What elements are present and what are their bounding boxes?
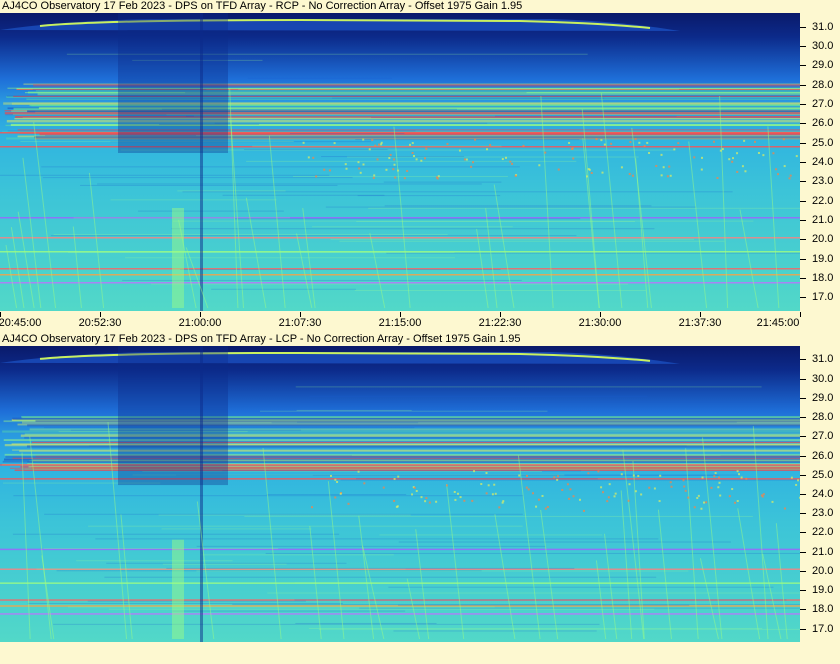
time-tick-label: 21:37:30 xyxy=(678,317,722,329)
freq-tick-label: 30.0 xyxy=(812,372,834,385)
freq-tick xyxy=(800,278,806,280)
freq-tick xyxy=(800,258,806,260)
time-tick xyxy=(800,312,801,317)
time-tick-label: 21:00:00 xyxy=(178,317,222,329)
frequency-axis-lcp: 31.0 30.0 29.0 28.0 27.0 26.0 25.0 24.0 23.0 22.0… xyxy=(800,346,840,642)
freq-tick-label: 27.0 xyxy=(812,97,834,110)
freq-tick xyxy=(800,26,806,28)
freq-tick-label: 22.0 xyxy=(812,194,834,207)
freq-tick-label: 28.0 xyxy=(812,411,834,424)
spectrogram-rcp xyxy=(0,13,800,311)
freq-tick-label: 18.0 xyxy=(812,272,834,285)
freq-tick xyxy=(800,590,806,592)
freq-tick xyxy=(800,103,806,105)
freq-tick-label: 18.0 xyxy=(812,603,834,616)
freq-tick xyxy=(800,359,806,361)
freq-tick xyxy=(800,532,806,534)
freq-tick-label: 20.0 xyxy=(812,233,834,246)
freq-tick-label: 19.0 xyxy=(812,252,834,265)
freq-tick xyxy=(800,570,806,572)
freq-tick xyxy=(800,628,806,630)
freq-tick-label: 31.0 xyxy=(812,353,834,366)
freq-tick xyxy=(800,455,806,457)
freq-tick-label: 29.0 xyxy=(812,391,834,404)
freq-tick-label: 23.0 xyxy=(812,175,834,188)
freq-tick-label: 29.0 xyxy=(812,59,834,72)
time-tick-label: 21:30:00 xyxy=(578,317,622,329)
freq-tick xyxy=(800,378,806,380)
time-tick-label: 21:15:00 xyxy=(378,317,422,329)
freq-tick xyxy=(800,220,806,222)
freq-tick xyxy=(800,436,806,438)
freq-tick-label: 20.0 xyxy=(812,564,834,577)
time-tick-label: 21:22:30 xyxy=(478,317,522,329)
freq-tick-label: 26.0 xyxy=(812,449,834,462)
freq-tick xyxy=(800,65,806,67)
panel-title-rcp: AJ4CO Observatory 17 Feb 2023 - DPS on T… xyxy=(2,0,523,12)
freq-tick-label: 24.0 xyxy=(812,156,834,168)
freq-tick-label: 22.0 xyxy=(812,526,834,539)
freq-tick-label: 19.0 xyxy=(812,584,834,597)
freq-tick-label: 26.0 xyxy=(812,117,834,130)
freq-tick-label: 30.0 xyxy=(812,39,834,52)
freq-tick xyxy=(800,162,806,163)
freq-tick xyxy=(800,181,806,183)
freq-tick xyxy=(800,84,806,86)
freq-tick xyxy=(800,123,806,125)
freq-tick-label: 21.0 xyxy=(812,214,834,227)
freq-tick xyxy=(800,142,806,144)
time-axis: 20:45:00 20:52:30 21:00:00 21:07:30 21:15:00… xyxy=(0,312,840,332)
freq-tick-label: 28.0 xyxy=(812,78,834,91)
freq-tick-label: 23.0 xyxy=(812,507,834,520)
freq-tick-label: 31.0 xyxy=(812,20,834,33)
freq-tick xyxy=(800,513,806,515)
freq-tick xyxy=(800,45,806,47)
freq-tick xyxy=(800,397,806,399)
freq-tick-label: 25.0 xyxy=(812,468,834,481)
freq-tick xyxy=(800,494,806,495)
freq-tick xyxy=(800,297,806,299)
freq-tick-label: 25.0 xyxy=(812,136,834,149)
freq-tick xyxy=(800,417,806,419)
time-tick-label: 20:45:00 xyxy=(0,317,42,329)
freq-tick-label: 17.0 xyxy=(812,291,834,304)
freq-tick xyxy=(800,200,806,202)
freq-tick xyxy=(800,551,806,553)
panel-title-lcp: AJ4CO Observatory 17 Feb 2023 - DPS on T… xyxy=(2,333,521,345)
freq-tick-label: 27.0 xyxy=(812,430,834,443)
freq-tick-label: 17.0 xyxy=(812,622,834,635)
freq-tick xyxy=(800,609,806,611)
freq-tick xyxy=(800,474,806,476)
time-tick-label: 21:07:30 xyxy=(278,317,322,329)
freq-tick-label: 24.0 xyxy=(812,488,834,500)
frequency-axis-rcp: 31.0 30.0 29.0 28.0 27.0 26.0 25.0 24.0 23.0 22.0… xyxy=(800,13,840,311)
time-tick-label: 21:45:00 xyxy=(756,317,800,329)
freq-tick-label: 21.0 xyxy=(812,545,834,558)
freq-tick xyxy=(800,239,806,241)
time-tick-label: 20:52:30 xyxy=(78,317,122,329)
spectrogram-lcp xyxy=(0,346,800,642)
